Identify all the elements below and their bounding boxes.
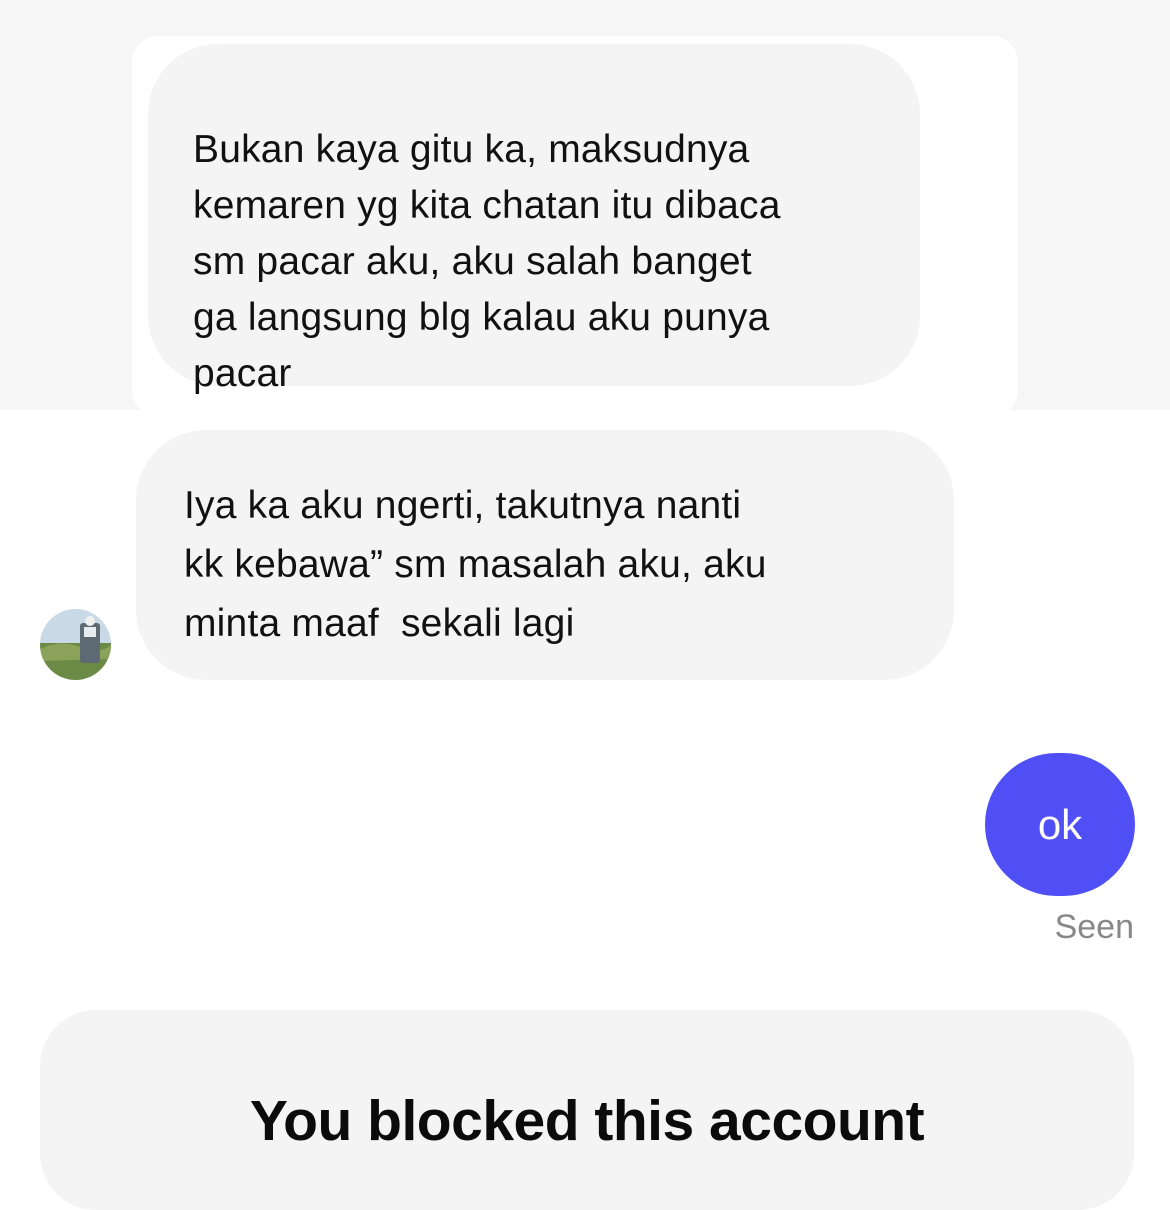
received-message-bubble[interactable]: Bukan kaya gitu ka, maksudnya kemaren yg…: [148, 44, 920, 395]
avatar-photo-icon: [40, 609, 111, 680]
contact-avatar[interactable]: [40, 609, 111, 680]
sent-message-text: ok: [1037, 800, 1083, 848]
sent-message-bubble[interactable]: ok: [985, 753, 1135, 896]
message-status: Seen: [1054, 908, 1134, 946]
blocked-account-panel: You blocked this account: [40, 1010, 1134, 1210]
blocked-account-title: You blocked this account: [249, 1089, 925, 1153]
received-message-bubble[interactable]: Iya ka aku ngerti, takutnya nanti kk keb…: [136, 430, 954, 680]
